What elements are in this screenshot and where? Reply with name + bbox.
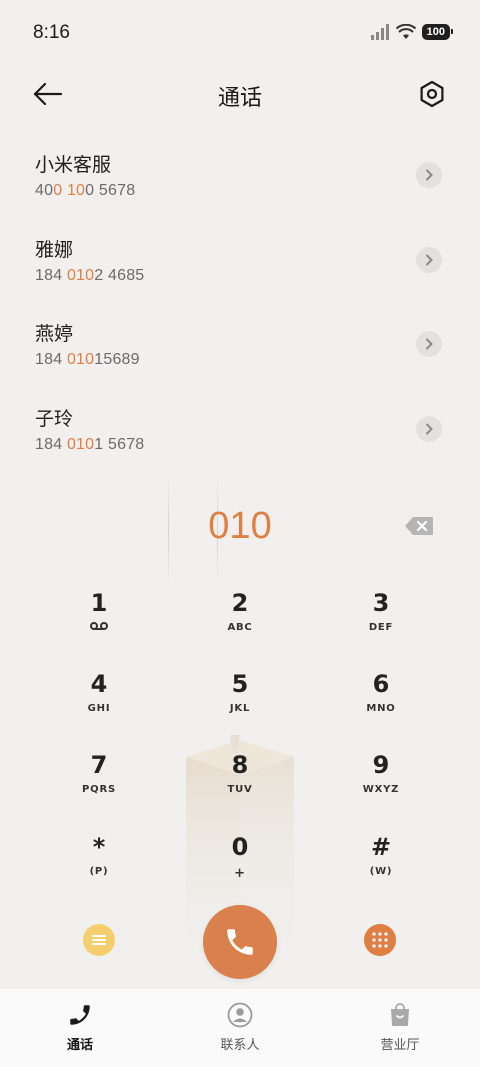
contact-item[interactable]: 燕婷 184 01015689 xyxy=(0,319,480,403)
backspace-button[interactable] xyxy=(404,516,434,536)
battery-indicator: 100 xyxy=(421,24,454,40)
backspace-icon xyxy=(405,517,433,535)
status-time: 8:16 xyxy=(33,22,70,43)
chevron-right-icon xyxy=(426,338,433,350)
voicemail-icon xyxy=(90,622,108,630)
tab-label: 营业厅 xyxy=(380,1038,420,1053)
menu-button[interactable] xyxy=(83,924,115,956)
contact-number: 184 0102 4685 xyxy=(35,267,145,284)
gear-icon xyxy=(420,80,444,108)
tab-calls[interactable]: 通话 xyxy=(0,989,160,1067)
contact-number: 184 01015689 xyxy=(35,351,140,368)
tab-store[interactable]: 营业厅 xyxy=(320,989,480,1067)
call-button[interactable] xyxy=(203,905,277,979)
page-title: 通话 xyxy=(217,86,262,111)
chevron-right-icon xyxy=(426,169,433,181)
dial-key-8[interactable]: 8 TUV xyxy=(170,751,310,827)
tab-contacts[interactable]: 联系人 xyxy=(160,989,320,1067)
contact-detail-button[interactable] xyxy=(416,416,442,442)
settings-button[interactable] xyxy=(416,78,448,110)
dial-key-5[interactable]: 5 JKL xyxy=(170,670,310,746)
tab-label: 联系人 xyxy=(220,1038,260,1053)
dial-key-3[interactable]: 3 DEF xyxy=(311,589,451,665)
keypad-toggle-button[interactable] xyxy=(364,924,396,956)
dial-key-star[interactable]: * (P) xyxy=(29,833,169,909)
contact-name: 雅娜 xyxy=(35,239,74,261)
dial-key-1[interactable]: 1 xyxy=(29,589,169,665)
contact-item[interactable]: 子玲 184 0101 5678 xyxy=(0,404,480,488)
contact-detail-button[interactable] xyxy=(416,247,442,273)
dialpad-icon xyxy=(372,932,388,948)
dial-key-6[interactable]: 6 MNO xyxy=(311,670,451,746)
menu-icon xyxy=(92,935,106,945)
dial-key-9[interactable]: 9 WXYZ xyxy=(311,751,451,827)
contact-detail-button[interactable] xyxy=(416,331,442,357)
contact-name: 小米客服 xyxy=(35,154,112,176)
wifi-icon xyxy=(395,24,416,39)
contact-detail-button[interactable] xyxy=(416,162,442,188)
dial-key-0[interactable]: 0 + xyxy=(170,833,310,909)
dial-key-7[interactable]: 7 PQRS xyxy=(29,751,169,827)
shopping-bag-icon xyxy=(391,1003,409,1026)
signal-icon xyxy=(370,24,389,40)
contact-name: 子玲 xyxy=(35,408,74,430)
contact-item[interactable]: 小米客服 400 100 5678 xyxy=(0,150,480,234)
status-icons: 100 xyxy=(370,24,454,40)
contact-number: 184 0101 5678 xyxy=(35,436,145,453)
person-icon xyxy=(227,1002,253,1028)
phone-icon xyxy=(227,929,253,955)
contact-item[interactable]: 雅娜 184 0102 4685 xyxy=(0,235,480,319)
contact-number: 400 100 5678 xyxy=(35,182,136,199)
chevron-right-icon xyxy=(426,254,433,266)
dial-key-hash[interactable]: # (W) xyxy=(311,833,451,909)
chevron-right-icon xyxy=(426,423,433,435)
contact-name: 燕婷 xyxy=(35,323,74,345)
dial-key-2[interactable]: 2 ABC xyxy=(170,589,310,665)
tab-label: 通话 xyxy=(66,1038,93,1053)
dial-key-4[interactable]: 4 GHI xyxy=(29,670,169,746)
bottom-tab-bar: 通话 联系人 营业厅 xyxy=(0,989,480,1067)
phone-icon xyxy=(70,1005,90,1025)
